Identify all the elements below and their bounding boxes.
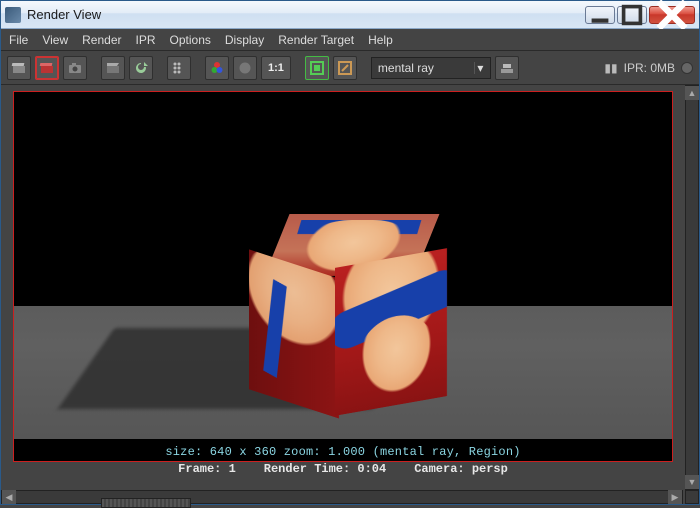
render-viewport[interactable]: size: 640 x 360 zoom: 1.000 (mental ray,… <box>1 85 685 490</box>
keep-image-button[interactable] <box>305 56 329 80</box>
status-camera: Camera: persp <box>414 462 508 476</box>
status-render-time: Render Time: 0:04 <box>264 462 386 476</box>
clapper-red-icon <box>39 60 55 76</box>
rendered-cube <box>257 214 432 389</box>
render-region-frame: size: 640 x 360 zoom: 1.000 (mental ray,… <box>13 91 673 462</box>
maximize-icon <box>618 1 646 29</box>
real-size-button[interactable]: 1:1 <box>261 56 291 80</box>
render-view-window: Render View File View Render IPR Options… <box>0 0 700 505</box>
minimize-icon <box>586 1 614 29</box>
refresh-icon <box>133 60 149 76</box>
menu-ipr[interactable]: IPR <box>136 33 156 47</box>
close-button[interactable] <box>649 6 695 24</box>
rgb-circle-icon <box>209 60 225 76</box>
vertical-scrollbar[interactable]: ▲ ▼ <box>685 85 699 490</box>
ipr-status: ▮▮ IPR: 0MB <box>604 61 693 75</box>
menu-display[interactable]: Display <box>225 33 264 47</box>
menu-render-target[interactable]: Render Target <box>278 33 354 47</box>
render-info-overlay: size: 640 x 360 zoom: 1.000 (mental ray,… <box>14 445 672 459</box>
pause-icon[interactable]: ▮▮ <box>604 61 617 75</box>
camera-icon <box>67 60 83 76</box>
scroll-up-button[interactable]: ▲ <box>685 86 699 100</box>
maximize-button[interactable] <box>617 6 647 24</box>
rendered-scene <box>14 92 672 461</box>
render-sequence-button[interactable] <box>167 56 191 80</box>
keep-icon <box>309 60 325 76</box>
renderer-selected-label: mental ray <box>378 61 434 75</box>
scroll-left-button[interactable]: ◀ <box>2 490 16 504</box>
cube-face-front <box>335 248 447 416</box>
scroll-down-button[interactable]: ▼ <box>685 475 699 489</box>
renderer-dropdown[interactable]: mental ray ▾ <box>371 57 491 79</box>
remove-image-button[interactable] <box>333 56 357 80</box>
menu-view[interactable]: View <box>42 33 68 47</box>
settings-stack-icon <box>499 60 515 76</box>
cube-face-left <box>249 249 339 418</box>
scrollbar-corner <box>685 490 699 504</box>
ipr-status-label: IPR: 0MB <box>624 61 675 75</box>
grid-dots-icon <box>171 60 187 76</box>
minimize-button[interactable] <box>585 6 615 24</box>
status-bar: Frame: 1 Render Time: 0:04 Camera: persp <box>13 462 673 476</box>
status-frame: Frame: 1 <box>178 462 236 476</box>
menu-file[interactable]: File <box>9 33 28 47</box>
scroll-h-thumb[interactable] <box>101 498 191 508</box>
circle-gray-icon <box>237 60 253 76</box>
toolbar: 1:1 mental ray ▾ ▮▮ IPR: 0MB <box>1 51 699 85</box>
clapper-icon <box>11 60 27 76</box>
ratio-label: 1:1 <box>268 62 284 74</box>
ipr-clapper-icon <box>105 60 121 76</box>
refresh-ipr-button[interactable] <box>129 56 153 80</box>
window-title: Render View <box>27 7 585 22</box>
remove-icon <box>337 60 353 76</box>
chevron-down-icon: ▾ <box>474 62 486 74</box>
menu-help[interactable]: Help <box>368 33 393 47</box>
menu-render[interactable]: Render <box>82 33 121 47</box>
menubar: File View Render IPR Options Display Ren… <box>1 29 699 51</box>
render-region-button[interactable] <box>35 56 59 80</box>
horizontal-scrollbar[interactable]: ◀ ▶ <box>1 490 683 504</box>
viewport-container: size: 640 x 360 zoom: 1.000 (mental ray,… <box>1 85 699 504</box>
menu-options[interactable]: Options <box>170 33 211 47</box>
ipr-render-button[interactable] <box>101 56 125 80</box>
window-controls <box>585 6 695 24</box>
titlebar[interactable]: Render View <box>1 1 699 29</box>
ipr-status-indicator-icon <box>681 62 693 74</box>
scroll-right-button[interactable]: ▶ <box>668 490 682 504</box>
snapshot-button[interactable] <box>63 56 87 80</box>
display-alpha-button[interactable] <box>233 56 257 80</box>
app-icon <box>5 7 21 23</box>
redo-render-button[interactable] <box>7 56 31 80</box>
render-settings-button[interactable] <box>205 56 229 80</box>
open-render-globals-button[interactable] <box>495 56 519 80</box>
